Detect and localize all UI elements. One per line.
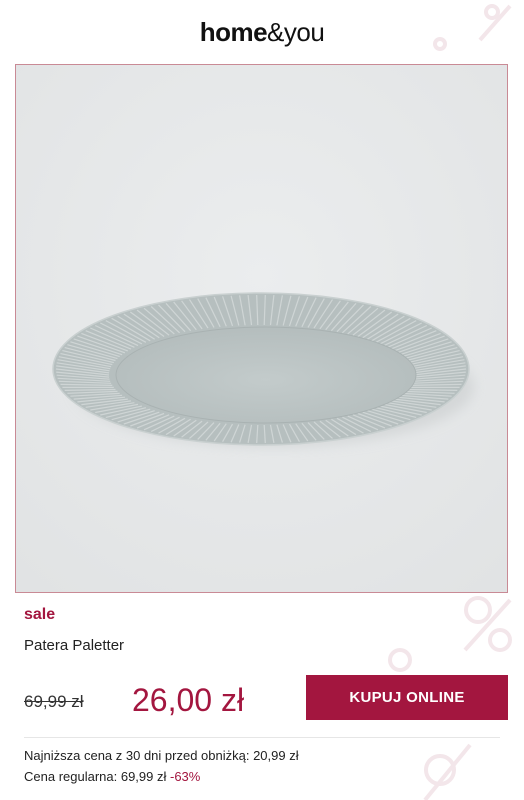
lowest-price-info: Najniższa cena z 30 dni przed obniżką: 2… bbox=[24, 748, 299, 763]
new-price: 26,00 zł bbox=[132, 682, 245, 718]
discount-percent: -63% bbox=[170, 769, 201, 784]
logo-home-text: home bbox=[199, 16, 268, 47]
regular-price-text: Cena regularna: 69,99 zł bbox=[24, 769, 167, 784]
site-header: home &you bbox=[0, 0, 524, 64]
divider bbox=[24, 737, 500, 738]
plate-photo-icon bbox=[16, 65, 507, 592]
product-image[interactable] bbox=[15, 64, 508, 593]
product-name: Patera Paletter bbox=[24, 637, 125, 654]
regular-price-info: Cena regularna: 69,99 zł -63% bbox=[24, 769, 200, 784]
logo-you-text: &you bbox=[267, 16, 325, 47]
sale-badge: sale bbox=[24, 606, 56, 623]
home-and-you-logo[interactable]: home &you bbox=[200, 17, 325, 48]
old-price: 69,99 zł bbox=[24, 692, 84, 711]
buy-online-button[interactable]: KUPUJ ONLINE bbox=[306, 675, 508, 720]
